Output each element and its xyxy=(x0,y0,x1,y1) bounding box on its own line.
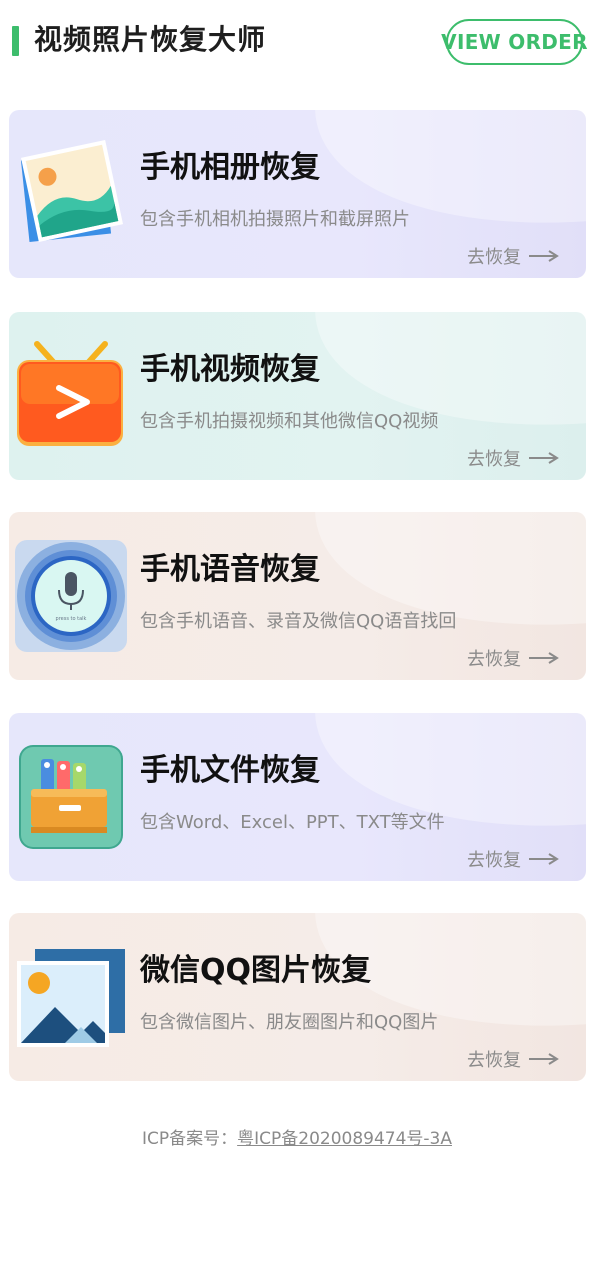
recover-label: 去恢复 xyxy=(467,449,521,470)
recover-link[interactable]: 去恢复 xyxy=(467,645,559,671)
card-title: 微信QQ图片恢复 xyxy=(140,953,372,988)
file-box-icon xyxy=(15,741,127,853)
recover-link[interactable]: 去恢复 xyxy=(467,1046,559,1072)
card-wechat-qq-image-recovery[interactable]: 微信QQ图片恢复 包含微信图片、朋友圈图片和QQ图片 去恢复 xyxy=(9,913,586,1081)
arrow-right-icon xyxy=(529,652,559,664)
page-title: 视频照片恢复大师 xyxy=(34,23,267,56)
header: 视频照片恢复大师 VIEW ORDER xyxy=(0,0,594,84)
arrow-right-icon xyxy=(529,853,559,865)
recover-label: 去恢复 xyxy=(467,247,521,268)
icp-label: ICP备案号： xyxy=(141,1129,238,1149)
title-accent-bar xyxy=(12,26,19,56)
footer: ICP备案号：粤ICP备2020089474号-3A xyxy=(0,1124,594,1149)
icp-number-link[interactable]: 粤ICP备2020089474号-3A xyxy=(237,1129,452,1149)
recover-link[interactable]: 去恢复 xyxy=(467,243,559,269)
card-title: 手机视频恢复 xyxy=(140,352,320,387)
arrow-right-icon xyxy=(529,250,559,262)
card-video-recovery[interactable]: 手机视频恢复 包含手机拍摄视频和其他微信QQ视频 去恢复 xyxy=(9,312,586,480)
card-description: 包含手机拍摄视频和其他微信QQ视频 xyxy=(140,411,439,432)
arrow-right-icon xyxy=(529,452,559,464)
recover-link[interactable]: 去恢复 xyxy=(467,846,559,872)
card-description: 包含手机语音、录音及微信QQ语音找回 xyxy=(140,611,457,632)
recover-label: 去恢复 xyxy=(467,649,521,670)
card-description: 包含手机相机拍摄照片和截屏照片 xyxy=(140,209,410,230)
arrow-right-icon xyxy=(529,1053,559,1065)
card-title: 手机语音恢复 xyxy=(140,552,320,587)
card-voice-recovery[interactable]: press to talk 手机语音恢复 包含手机语音、录音及微信QQ语音找回 … xyxy=(9,512,586,680)
card-file-recovery[interactable]: 手机文件恢复 包含Word、Excel、PPT、TXT等文件 去恢复 xyxy=(9,713,586,881)
view-order-button[interactable]: VIEW ORDER xyxy=(441,19,588,65)
image-icon xyxy=(15,941,127,1053)
card-title: 手机文件恢复 xyxy=(140,753,320,788)
photo-album-icon xyxy=(15,138,127,250)
video-tv-icon xyxy=(15,340,127,452)
microphone-icon: press to talk xyxy=(15,540,127,652)
card-title: 手机相册恢复 xyxy=(140,150,320,185)
recover-label: 去恢复 xyxy=(467,850,521,871)
card-description: 包含微信图片、朋友圈图片和QQ图片 xyxy=(140,1012,439,1033)
recover-label: 去恢复 xyxy=(467,1050,521,1071)
card-description: 包含Word、Excel、PPT、TXT等文件 xyxy=(140,812,445,833)
recover-link[interactable]: 去恢复 xyxy=(467,445,559,471)
card-album-recovery[interactable]: 手机相册恢复 包含手机相机拍摄照片和截屏照片 去恢复 xyxy=(9,110,586,278)
icon-caption: press to talk xyxy=(56,616,87,622)
